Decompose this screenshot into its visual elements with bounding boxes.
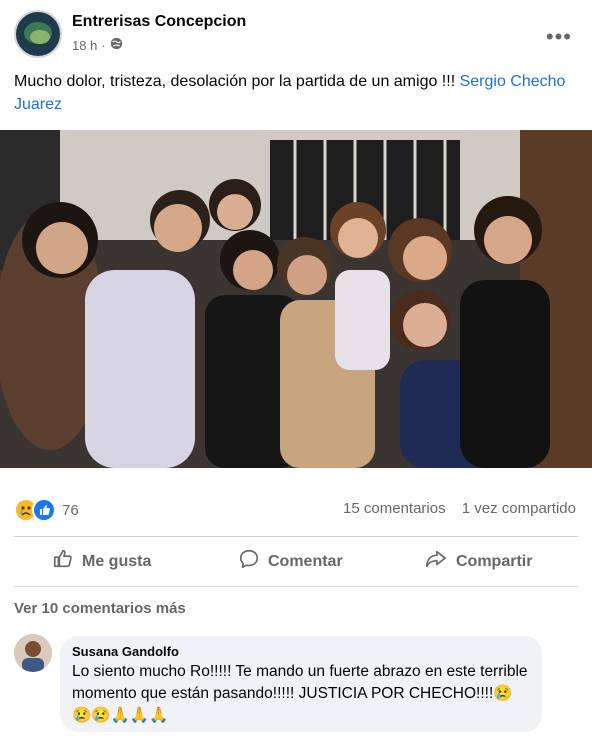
post-text: Mucho dolor, tristeza, desolación por la… [14, 73, 566, 113]
page-name[interactable]: Entrerisas Concepcion [72, 13, 246, 31]
reaction-summary[interactable]: 76 [14, 498, 79, 522]
page-avatar[interactable] [14, 10, 62, 58]
comment-author[interactable]: Susana Gandolfo [72, 644, 530, 659]
share-count[interactable]: 1 vez compartido [462, 500, 576, 517]
comment-count[interactable]: 15 comentarios [343, 500, 446, 517]
post-time[interactable]: 18 h [72, 38, 97, 53]
reaction-count[interactable]: 76 [62, 502, 79, 519]
comment-text: Lo siento mucho Ro!!!!! Te mando un fuer… [72, 663, 528, 724]
share-button[interactable]: Compartir [424, 548, 532, 575]
comment-icon [238, 548, 260, 575]
comment-button[interactable]: Comentar [238, 548, 343, 575]
view-more-comments-link[interactable]: Ver 10 comentarios más [14, 600, 186, 617]
like-button[interactable]: Me gusta [52, 548, 151, 575]
comment-bubble: Susana Gandolfo Lo siento mucho Ro!!!!! … [60, 636, 542, 732]
divider [14, 536, 578, 537]
like-icon [52, 548, 74, 575]
divider [14, 586, 578, 587]
like-reaction-icon [32, 498, 56, 522]
more-options-button[interactable]: ••• [546, 24, 572, 50]
avatar[interactable] [14, 634, 52, 672]
post-meta: 18 h · [72, 37, 123, 53]
post-photo[interactable] [0, 130, 592, 468]
globe-icon [110, 37, 123, 53]
share-icon [424, 548, 448, 575]
engagement-stats: 15 comentarios 1 vez compartido [343, 500, 576, 517]
